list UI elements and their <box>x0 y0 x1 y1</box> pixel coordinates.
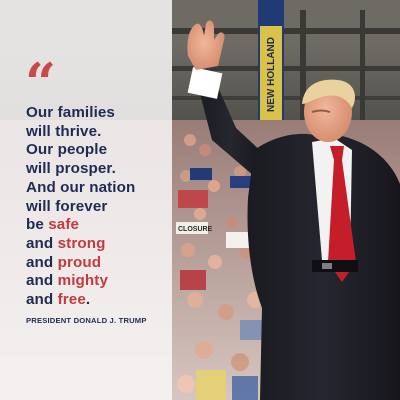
quote-accent-word: mighty <box>57 272 109 290</box>
quote-line: be safe <box>26 216 166 235</box>
quote-accent-word: safe <box>48 216 80 234</box>
quote-line: will forever <box>26 197 108 215</box>
quote-accent-word: strong <box>57 234 106 252</box>
quote-word: be <box>26 216 49 234</box>
quote-mark-icon: “ <box>25 51 59 115</box>
quote-line: will prosper. <box>26 160 116 178</box>
quote-accent-word: free <box>57 291 86 309</box>
quote-line: Our families <box>26 104 115 121</box>
quote-accent-word: proud <box>57 253 102 271</box>
quote-word: and <box>26 272 58 290</box>
crowd-sign-text: CLOSURE <box>178 226 213 233</box>
quote-word: and <box>26 291 58 309</box>
quote-punctuation: . <box>85 291 91 309</box>
arena-banner-text: NEW HOLLAND <box>266 37 277 112</box>
quote-line: and free. <box>26 291 166 310</box>
attribution-text: PRESIDENT DONALD J. TRUMP <box>26 316 147 325</box>
quote-line: and mighty <box>26 272 166 291</box>
quote-word: and <box>26 253 58 271</box>
quote-line: And our nation <box>26 178 136 196</box>
quote-graphic: CLOSURE NEW HOLLAND “ Our families will … <box>0 0 400 400</box>
quote-line: Our people <box>26 141 108 159</box>
quote-text: Our families will thrive. Our people wil… <box>26 104 166 310</box>
quote-line: will thrive. <box>26 122 102 140</box>
quote-line: and strong <box>26 235 166 254</box>
quote-word: and <box>26 234 58 252</box>
quote-line: and proud <box>26 254 166 273</box>
